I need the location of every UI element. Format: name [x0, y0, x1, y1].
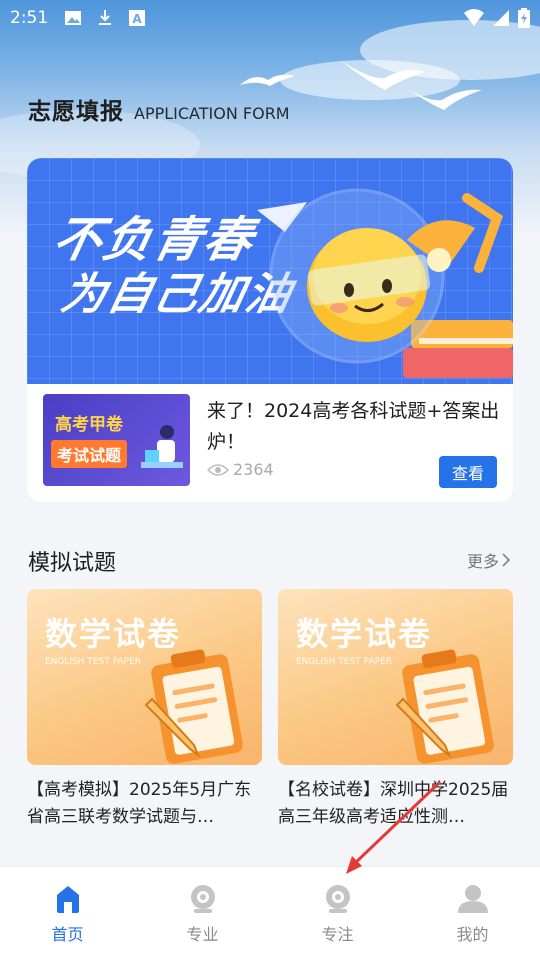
news-thumbnail: 高考甲卷 考试试题: [43, 394, 190, 486]
exam-cover-subtitle: ENGLISH TEST PAPER: [45, 657, 142, 667]
download-icon: [99, 10, 112, 25]
tab-home-label: 首页: [51, 925, 84, 944]
more-link[interactable]: 更多: [467, 548, 511, 572]
svg-text:A: A: [133, 12, 143, 26]
page-title-en: APPLICATION FORM: [134, 104, 290, 123]
tab-major-label: 专业: [186, 925, 219, 944]
section-title-mock-exams: 模拟试题: [28, 551, 117, 576]
webcam-icon: [325, 885, 350, 913]
exam-title: 【高考模拟】2025年5月广东省高三联考数学试题与…: [27, 780, 252, 827]
tab-focus[interactable]: 专注: [270, 867, 405, 960]
banner[interactable]: 不负青春 为自己加油: [27, 158, 513, 384]
featured-card: 不负青春 为自己加油 高考甲卷 考试试题 来了！2024高考各科试题+答案出炉！…: [27, 158, 513, 502]
tab-profile-label: 我的: [456, 925, 489, 944]
wifi-icon: [464, 9, 484, 26]
news-view-count: 2364: [233, 460, 274, 479]
exam-cover: 数学试卷 ENGLISH TEST PAPER: [27, 589, 262, 765]
status-bar: 2:51 A: [0, 0, 540, 36]
status-time: 2:51: [10, 8, 49, 28]
exam-cover-subtitle: ENGLISH TEST PAPER: [296, 657, 393, 667]
exam-card[interactable]: 数学试卷 ENGLISH TEST PAPER 【高考模拟】2025年5月广东省…: [27, 589, 262, 831]
image-icon: [65, 11, 82, 25]
news-title[interactable]: 来了！2024高考各科试题+答案出炉！: [207, 396, 503, 458]
webcam-icon: [190, 885, 215, 913]
banner-illustration: [257, 188, 513, 378]
page-title: 志愿填报 APPLICATION FORM: [28, 92, 290, 126]
news-thumb-line1: 高考甲卷: [55, 415, 123, 435]
view-button[interactable]: 查看: [439, 456, 497, 488]
news-views: 2364: [207, 460, 274, 479]
news-thumb-line2: 考试试题: [51, 440, 128, 468]
signal-icon: [493, 10, 509, 26]
exam-cover: 数学试卷 ENGLISH TEST PAPER: [278, 589, 513, 765]
battery-icon: [518, 8, 530, 28]
exam-card[interactable]: 数学试卷 ENGLISH TEST PAPER 【名校试卷】深圳中学2025届高…: [278, 589, 513, 831]
tab-home[interactable]: 首页: [0, 867, 135, 960]
home-icon: [56, 886, 79, 913]
more-label: 更多: [467, 552, 500, 571]
student-illustration: [141, 425, 183, 468]
page-title-zh: 志愿填报: [28, 99, 124, 125]
clipboard-icon: [395, 649, 494, 764]
tab-profile[interactable]: 我的: [405, 867, 540, 960]
font-icon: A: [129, 10, 146, 26]
exam-title: 【名校试卷】深圳中学2025届高三年级高考适应性测…: [278, 780, 509, 827]
news-item[interactable]: 高考甲卷 考试试题 来了！2024高考各科试题+答案出炉！ 2364 查看: [43, 394, 501, 490]
tab-major[interactable]: 专业: [135, 867, 270, 960]
clipboard-icon: [144, 649, 243, 764]
person-icon: [457, 885, 488, 913]
eye-icon: [207, 463, 229, 476]
chevron-right-icon: [502, 553, 511, 567]
tab-focus-label: 专注: [321, 925, 354, 944]
bottom-tab-bar: 首页 专业 专注 我的: [0, 866, 540, 960]
